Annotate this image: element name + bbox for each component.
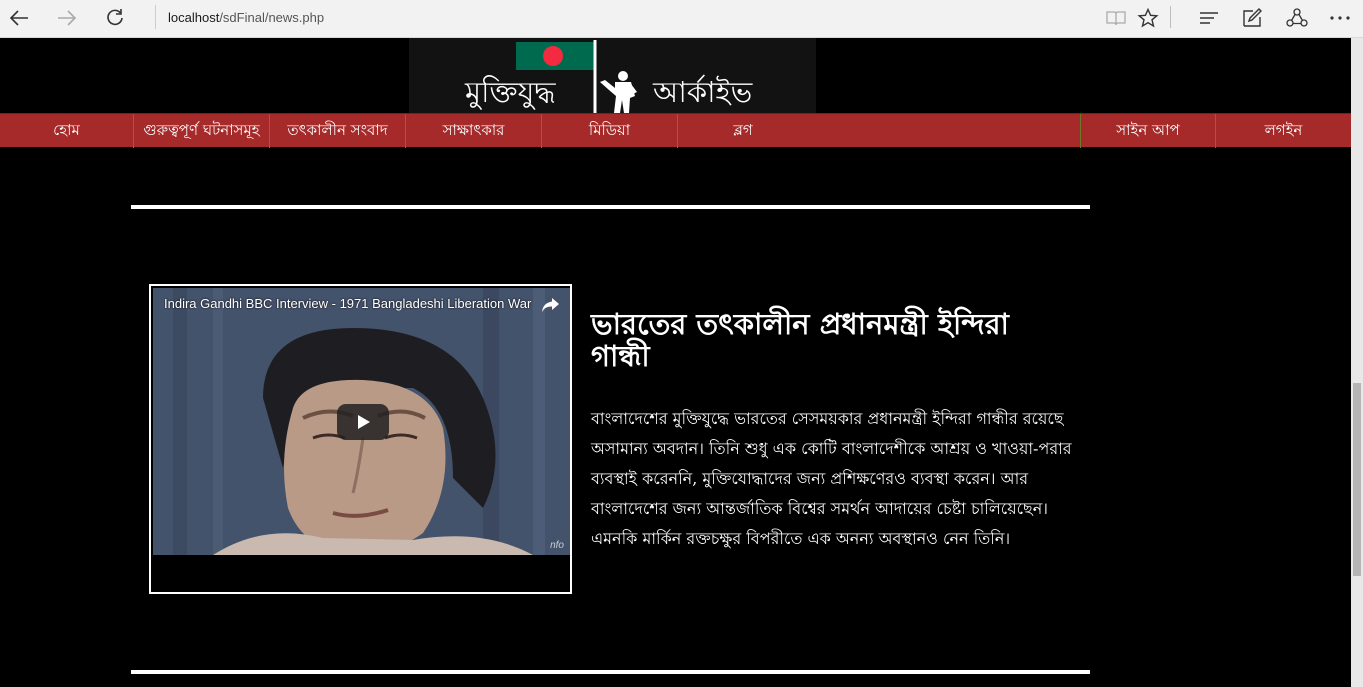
- article-headline: ভারতের তৎকালীন প্রধানমন্ত্রী ইন্দিরা গান…: [591, 307, 1009, 373]
- hub-button[interactable]: [1194, 4, 1224, 32]
- reading-view-button[interactable]: [1101, 4, 1131, 32]
- play-button[interactable]: [337, 404, 389, 440]
- web-note-button[interactable]: [1237, 4, 1267, 32]
- nav-home[interactable]: হোম: [0, 114, 134, 148]
- logo-text-left: মুক্তিযুদ্ধ: [465, 75, 556, 109]
- video-thumbnail[interactable]: Indira Gandhi BBC Interview - 1971 Bangl…: [153, 288, 570, 555]
- book-icon: [1106, 11, 1126, 26]
- video-embed[interactable]: Indira Gandhi BBC Interview - 1971 Bangl…: [149, 284, 572, 594]
- section-divider: [131, 205, 1090, 209]
- back-arrow-icon: [9, 10, 28, 26]
- address-bar[interactable]: localhost/sdFinal/news.php: [155, 5, 1085, 29]
- nav-media[interactable]: মিডিয়া: [542, 114, 678, 148]
- more-button[interactable]: [1325, 4, 1355, 32]
- nav-interviews[interactable]: সাক্ষাৎকার: [406, 114, 542, 148]
- refresh-icon: [107, 9, 123, 26]
- favorite-button[interactable]: [1133, 4, 1163, 32]
- nav-news[interactable]: তৎকালীন সংবাদ: [270, 114, 406, 148]
- nav-sign-up[interactable]: সাইন আপ: [1080, 114, 1215, 148]
- forward-arrow-icon: [58, 10, 77, 26]
- scrollbar-thumb[interactable]: [1353, 383, 1361, 576]
- forward-button[interactable]: [52, 4, 82, 32]
- article-body: বাংলাদেশের মুক্তিযুদ্ধে ভারতের সেসময়কার…: [591, 409, 1072, 548]
- section-divider-bottom: [131, 670, 1090, 674]
- share-arrow-icon[interactable]: [540, 296, 560, 314]
- browser-toolbar: localhost/sdFinal/news.php: [0, 0, 1363, 38]
- star-icon: [1137, 8, 1159, 28]
- video-title[interactable]: Indira Gandhi BBC Interview - 1971 Bangl…: [164, 296, 534, 311]
- main-nav: হোম গুরুত্বপূর্ণ ঘটনাসমূহ তৎকালীন সংবাদ …: [0, 113, 1351, 148]
- url-host: localhost: [168, 9, 220, 25]
- page-content: মুক্তিযুদ্ধ আর্কাইভ হোম গুরুত্বপূর্ণ ঘটন…: [0, 38, 1351, 687]
- nav-blog[interactable]: ব্লগ: [678, 114, 808, 148]
- site-banner: মুক্তিযুদ্ধ আর্কাইভ: [409, 38, 816, 113]
- play-icon: [358, 415, 370, 429]
- url-path: /sdFinal/news.php: [219, 9, 325, 25]
- logo-text-right: আর্কাইভ: [653, 75, 753, 109]
- hub-lines-icon: [1200, 12, 1218, 24]
- toolbar-divider: [1170, 6, 1171, 28]
- share-circle-icon: [1286, 8, 1308, 27]
- share-button[interactable]: [1282, 4, 1312, 32]
- page-scrollbar[interactable]: [1351, 38, 1363, 687]
- refresh-button[interactable]: [100, 4, 130, 32]
- nav-important-events[interactable]: গুরুত্বপূর্ণ ঘটনাসমূহ: [134, 114, 270, 148]
- back-button[interactable]: [4, 4, 34, 32]
- pen-note-icon: [1243, 8, 1262, 27]
- more-dots-icon: [1330, 16, 1350, 20]
- flag-disc: [543, 46, 563, 66]
- nav-login[interactable]: লগইন: [1215, 114, 1351, 148]
- video-watermark: nfo: [550, 540, 564, 551]
